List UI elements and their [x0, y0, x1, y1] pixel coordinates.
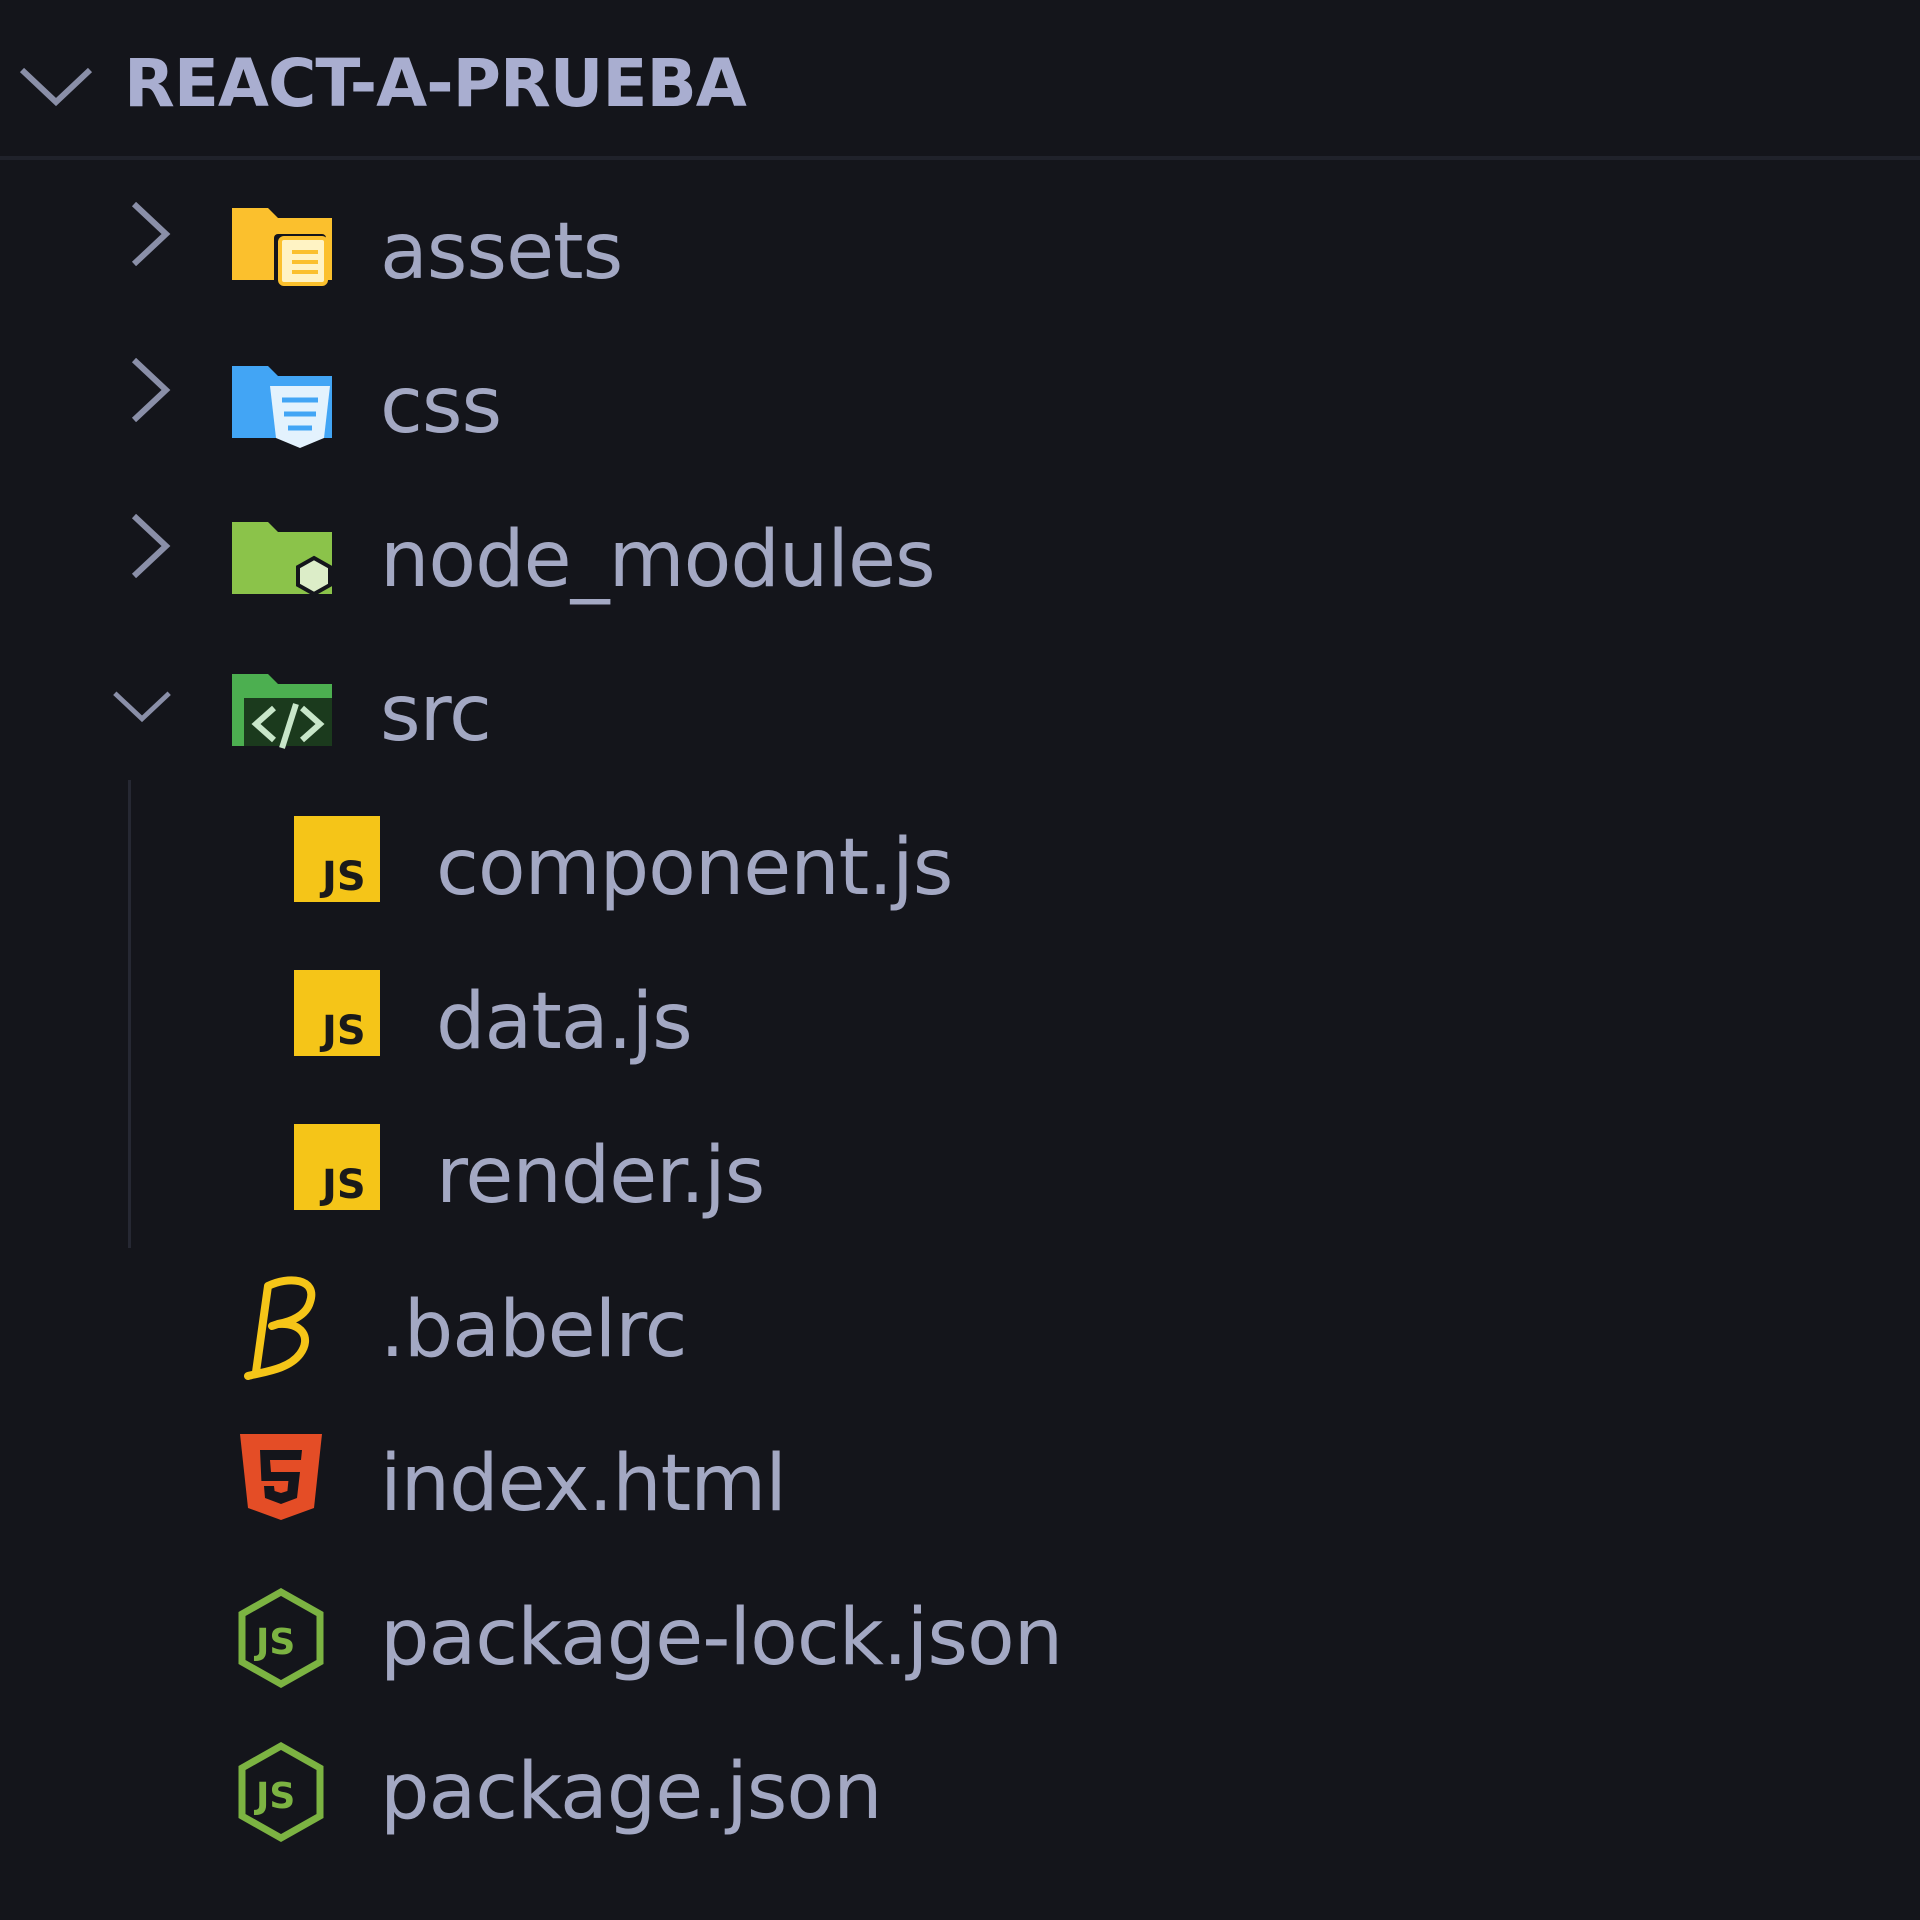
tree-item-label: package.json — [380, 1747, 883, 1837]
folder-src-icon — [232, 674, 332, 749]
tree-item-label: node_modules — [380, 515, 936, 605]
tree-item-index-html[interactable]: index.html — [0, 1400, 1920, 1554]
tree-item-component-js[interactable]: JS component.js — [0, 784, 1920, 938]
javascript-file-icon: JS — [294, 1124, 380, 1210]
tree-item-render-js[interactable]: JS render.js — [0, 1092, 1920, 1246]
chevron-down-icon[interactable] — [110, 674, 174, 738]
tree-item-label: render.js — [436, 1131, 765, 1221]
project-title: REACT-A-PRUEBA — [124, 45, 747, 122]
tree-item-label: package-lock.json — [380, 1593, 1063, 1683]
tree-item-node-modules[interactable]: node_modules — [0, 476, 1920, 630]
tree-item-package-json[interactable]: JS package.json — [0, 1708, 1920, 1862]
tree-item-label: assets — [380, 207, 623, 297]
svg-text:JS: JS — [319, 1162, 366, 1208]
javascript-file-icon: JS — [294, 816, 380, 902]
tree-item-package-lock-json[interactable]: JS package-lock.json — [0, 1554, 1920, 1708]
tree-item-label: index.html — [380, 1439, 787, 1529]
explorer-header[interactable]: REACT-A-PRUEBA — [0, 0, 1920, 160]
chevron-right-icon[interactable] — [120, 202, 184, 266]
tree-item-css[interactable]: css — [0, 322, 1920, 476]
nodejs-file-icon: JS — [238, 1588, 324, 1688]
javascript-file-icon: JS — [294, 970, 380, 1056]
folder-node-icon — [232, 522, 332, 597]
folder-assets-icon — [232, 208, 332, 286]
tree-item-src[interactable]: src — [0, 630, 1920, 784]
nodejs-file-icon: JS — [238, 1742, 324, 1842]
tree-item-babelrc[interactable]: .babelrc — [0, 1246, 1920, 1400]
tree-item-label: component.js — [436, 823, 953, 913]
svg-text:JS: JS — [319, 854, 366, 900]
folder-css-icon — [232, 366, 332, 448]
tree-item-label: .babelrc — [380, 1285, 688, 1375]
chevron-down-icon[interactable] — [16, 56, 96, 116]
chevron-right-icon[interactable] — [120, 514, 184, 578]
babel-file-icon — [244, 1276, 316, 1380]
tree-item-label: src — [380, 669, 492, 759]
svg-text:JS: JS — [253, 1622, 295, 1663]
html5-file-icon — [240, 1434, 322, 1520]
svg-text:JS: JS — [253, 1776, 295, 1817]
tree-item-label: css — [380, 361, 502, 451]
chevron-right-icon[interactable] — [120, 358, 184, 422]
file-explorer: REACT-A-PRUEBA assets css node_modules s… — [0, 0, 1920, 1920]
svg-text:JS: JS — [319, 1008, 366, 1054]
tree-item-assets[interactable]: assets — [0, 168, 1920, 322]
tree-item-data-js[interactable]: JS data.js — [0, 938, 1920, 1092]
tree-item-label: data.js — [436, 977, 693, 1067]
